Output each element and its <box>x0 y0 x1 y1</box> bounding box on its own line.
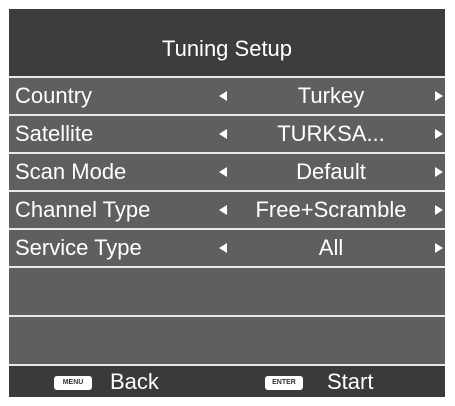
enter-key-icon: ENTER <box>265 376 303 390</box>
menu-key-icon: MENU <box>54 376 92 390</box>
arrow-right-icon[interactable] <box>435 167 443 177</box>
page-title: Tuning Setup <box>9 9 445 76</box>
setting-label: Satellite <box>15 121 94 146</box>
arrow-left-icon[interactable] <box>219 129 227 139</box>
empty-row <box>9 315 445 364</box>
arrow-right-icon[interactable] <box>435 205 443 215</box>
setting-row-scan-mode[interactable]: Scan Mode Default <box>9 152 445 190</box>
setting-row-satellite[interactable]: Satellite TURKSA... <box>9 114 445 152</box>
setting-row-channel-type[interactable]: Channel Type Free+Scramble <box>9 190 445 228</box>
setting-value: Turkey <box>297 83 365 108</box>
arrow-right-icon[interactable] <box>435 129 443 139</box>
arrow-left-icon[interactable] <box>219 243 227 253</box>
setting-value: TURKSA... <box>277 121 385 146</box>
back-button[interactable]: Back <box>110 366 159 397</box>
arrow-right-icon[interactable] <box>435 243 443 253</box>
arrow-left-icon[interactable] <box>219 205 227 215</box>
arrow-right-icon[interactable] <box>435 91 443 101</box>
setting-row-country[interactable]: Country Turkey <box>9 76 445 114</box>
tuning-setup-panel: Tuning Setup Country Turkey Satellite TU… <box>9 9 445 397</box>
setting-label: Channel Type <box>15 197 151 222</box>
setting-label: Scan Mode <box>15 159 127 184</box>
setting-label: Country <box>15 83 93 108</box>
setting-value: All <box>318 235 344 260</box>
arrow-left-icon[interactable] <box>219 91 227 101</box>
setting-value: Free+Scramble <box>255 197 407 222</box>
arrow-left-icon[interactable] <box>219 167 227 177</box>
empty-row <box>9 266 445 315</box>
setting-row-service-type[interactable]: Service Type All <box>9 228 445 266</box>
setting-label: Service Type <box>15 235 142 260</box>
start-button[interactable]: Start <box>327 366 373 397</box>
setting-value: Default <box>296 159 366 184</box>
footer-bar: MENU Back ENTER Start <box>9 364 445 397</box>
